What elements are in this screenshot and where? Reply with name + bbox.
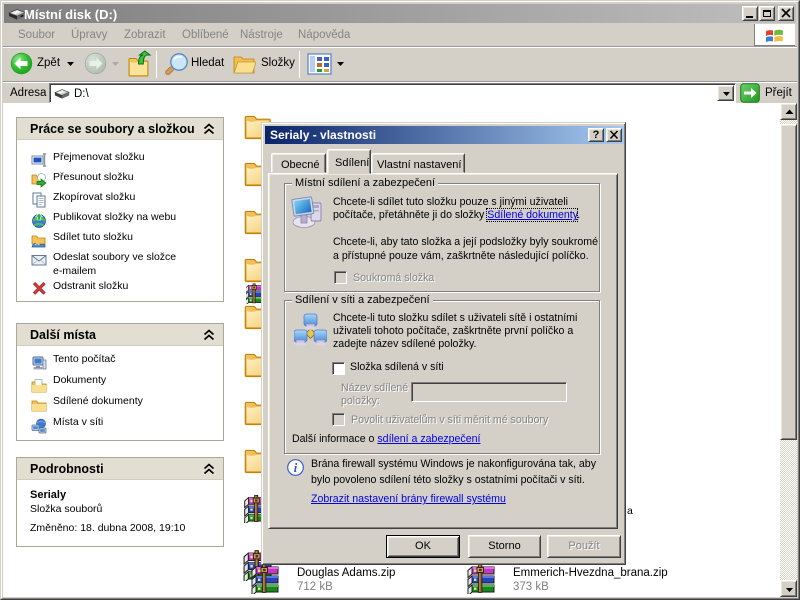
svg-text:i: i [294,461,298,475]
